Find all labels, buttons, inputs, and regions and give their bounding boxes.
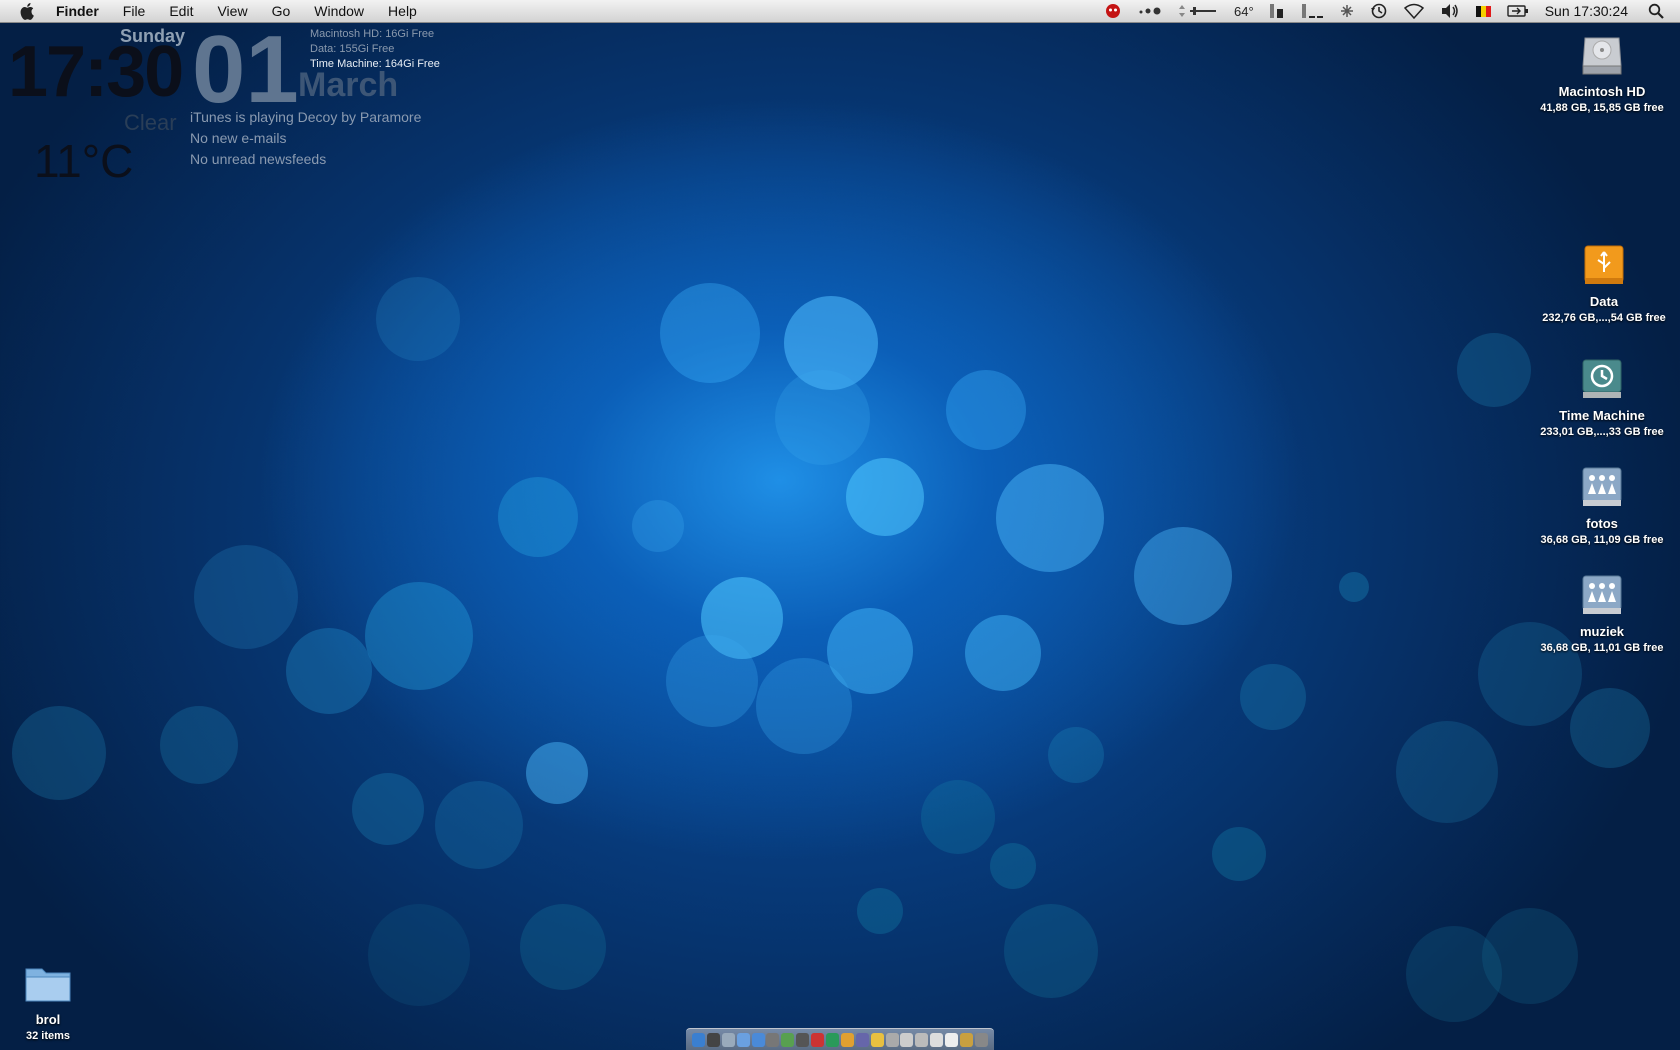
memory-meter-icon[interactable] [1269,3,1286,19]
dots-menu-icon[interactable] [1138,6,1162,16]
dock-app-icon[interactable] [706,1032,720,1047]
menu-go[interactable]: Go [260,3,303,19]
desktop-icon-macintosh-hd[interactable]: Macintosh HD 41,88 GB, 15,85 GB free [1522,30,1680,114]
input-source-flag-icon[interactable] [1475,5,1491,17]
widget-info: iTunes is playing Decoy by Paramore No n… [190,107,421,170]
dock-app-icon[interactable] [885,1032,899,1047]
icon-info: 41,88 GB, 15,85 GB free [1540,102,1664,114]
icon-info: 233,01 GB,...,33 GB free [1540,426,1664,438]
time-machine-icon [1577,354,1627,404]
news-status: No unread newsfeeds [190,151,327,167]
menu-window[interactable]: Window [302,3,376,19]
cpu-meter-icon[interactable] [1301,3,1324,19]
menu-help[interactable]: Help [376,3,429,19]
dock-app-icon[interactable] [692,1032,705,1047]
desktop-icon-time-machine[interactable]: Time Machine 233,01 GB,...,33 GB free [1522,354,1680,438]
volume-icon[interactable] [1440,3,1460,19]
apple-menu-icon[interactable] [18,1,38,21]
hard-drive-icon [1577,30,1627,80]
desktop-icon-data[interactable]: Data 232,76 GB,...,54 GB free [1524,240,1680,324]
usb-drive-icon [1579,240,1629,290]
status-menus: 64° Sun 17:30:24 [1096,0,1680,22]
menu-clock[interactable]: Sun 17:30:24 [1545,3,1628,19]
widget-date: 01 [192,16,299,123]
mail-status: No new e-mails [190,130,287,146]
disk-data: Data: 155Gi Free [310,43,395,55]
dock-app-icon[interactable] [796,1032,810,1047]
desktop-icon-muziek[interactable]: muziek 36,68 GB, 11,01 GB free [1522,570,1680,654]
desktop-icon-brol[interactable]: brol 32 items [0,958,128,1042]
menu-finder[interactable]: Finder [54,3,111,19]
menu-edit[interactable]: Edit [157,3,205,19]
battery-icon[interactable] [1507,4,1529,18]
desktop-icon-fotos[interactable]: fotos 36,68 GB, 11,09 GB free [1522,462,1680,546]
dock-app-icon[interactable] [960,1032,974,1047]
dock-app-icon[interactable] [974,1032,988,1047]
dock-app-icon[interactable] [721,1032,735,1047]
time-machine-menu-icon[interactable] [1370,2,1388,20]
spotlight-icon[interactable] [1648,3,1664,19]
menu-view[interactable]: View [205,3,259,19]
dock-app-icon[interactable] [900,1032,914,1047]
folder-icon [23,958,73,1008]
dock-app-icon[interactable] [781,1032,795,1047]
dock-app-icon[interactable] [915,1032,929,1047]
icon-info: 36,68 GB, 11,09 GB free [1540,534,1664,546]
itunes-status: iTunes is playing Decoy by Paramore [190,109,422,125]
dock-app-icon[interactable] [811,1032,825,1047]
widget-weather: Clear [124,110,177,135]
icon-label: brol [35,1012,61,1027]
growl-icon[interactable] [1104,2,1122,20]
menu-bar: Finder File Edit View Go Window Help 64° [0,0,1680,23]
dock-app-icon[interactable] [930,1032,944,1047]
cpu-temperature[interactable]: 64° [1234,4,1254,19]
menu-file[interactable]: File [111,3,158,19]
widget-day: Sunday [120,26,186,46]
widget-temperature: 11°C [34,135,134,187]
wifi-icon[interactable] [1403,3,1424,19]
dock-app-icon[interactable] [855,1032,869,1047]
network-share-icon [1577,570,1627,620]
widget-disk-list: Macintosh HD: 16Gi Free Data: 155Gi Free… [310,27,440,72]
icon-label: fotos [1586,516,1618,531]
icon-info: 232,76 GB,...,54 GB free [1542,312,1666,324]
icon-info: 32 items [25,1030,71,1042]
dock [686,1028,994,1050]
disk-time-machine: Time Machine: 164Gi Free [310,58,440,70]
icon-label: Data [1589,294,1619,309]
dock-app-icon[interactable] [736,1032,750,1047]
dock-app-icon[interactable] [751,1032,765,1047]
disk-macintosh-hd: Macintosh HD: 16Gi Free [310,28,435,40]
icon-label: muziek [1579,624,1625,639]
network-share-icon [1577,462,1627,512]
icon-info: 36,68 GB, 11,01 GB free [1540,642,1664,654]
icon-label: Time Machine [1559,408,1645,423]
icon-label: Macintosh HD [1558,84,1646,99]
dock-app-icon[interactable] [945,1032,959,1047]
fan-slider-icon[interactable] [1178,3,1218,19]
dock-app-icon[interactable] [826,1032,840,1047]
dock-app-icon[interactable] [766,1032,780,1047]
network-activity-icon[interactable] [1340,4,1354,18]
dock-app-icon[interactable] [870,1032,884,1047]
dock-app-icon[interactable] [840,1032,854,1047]
